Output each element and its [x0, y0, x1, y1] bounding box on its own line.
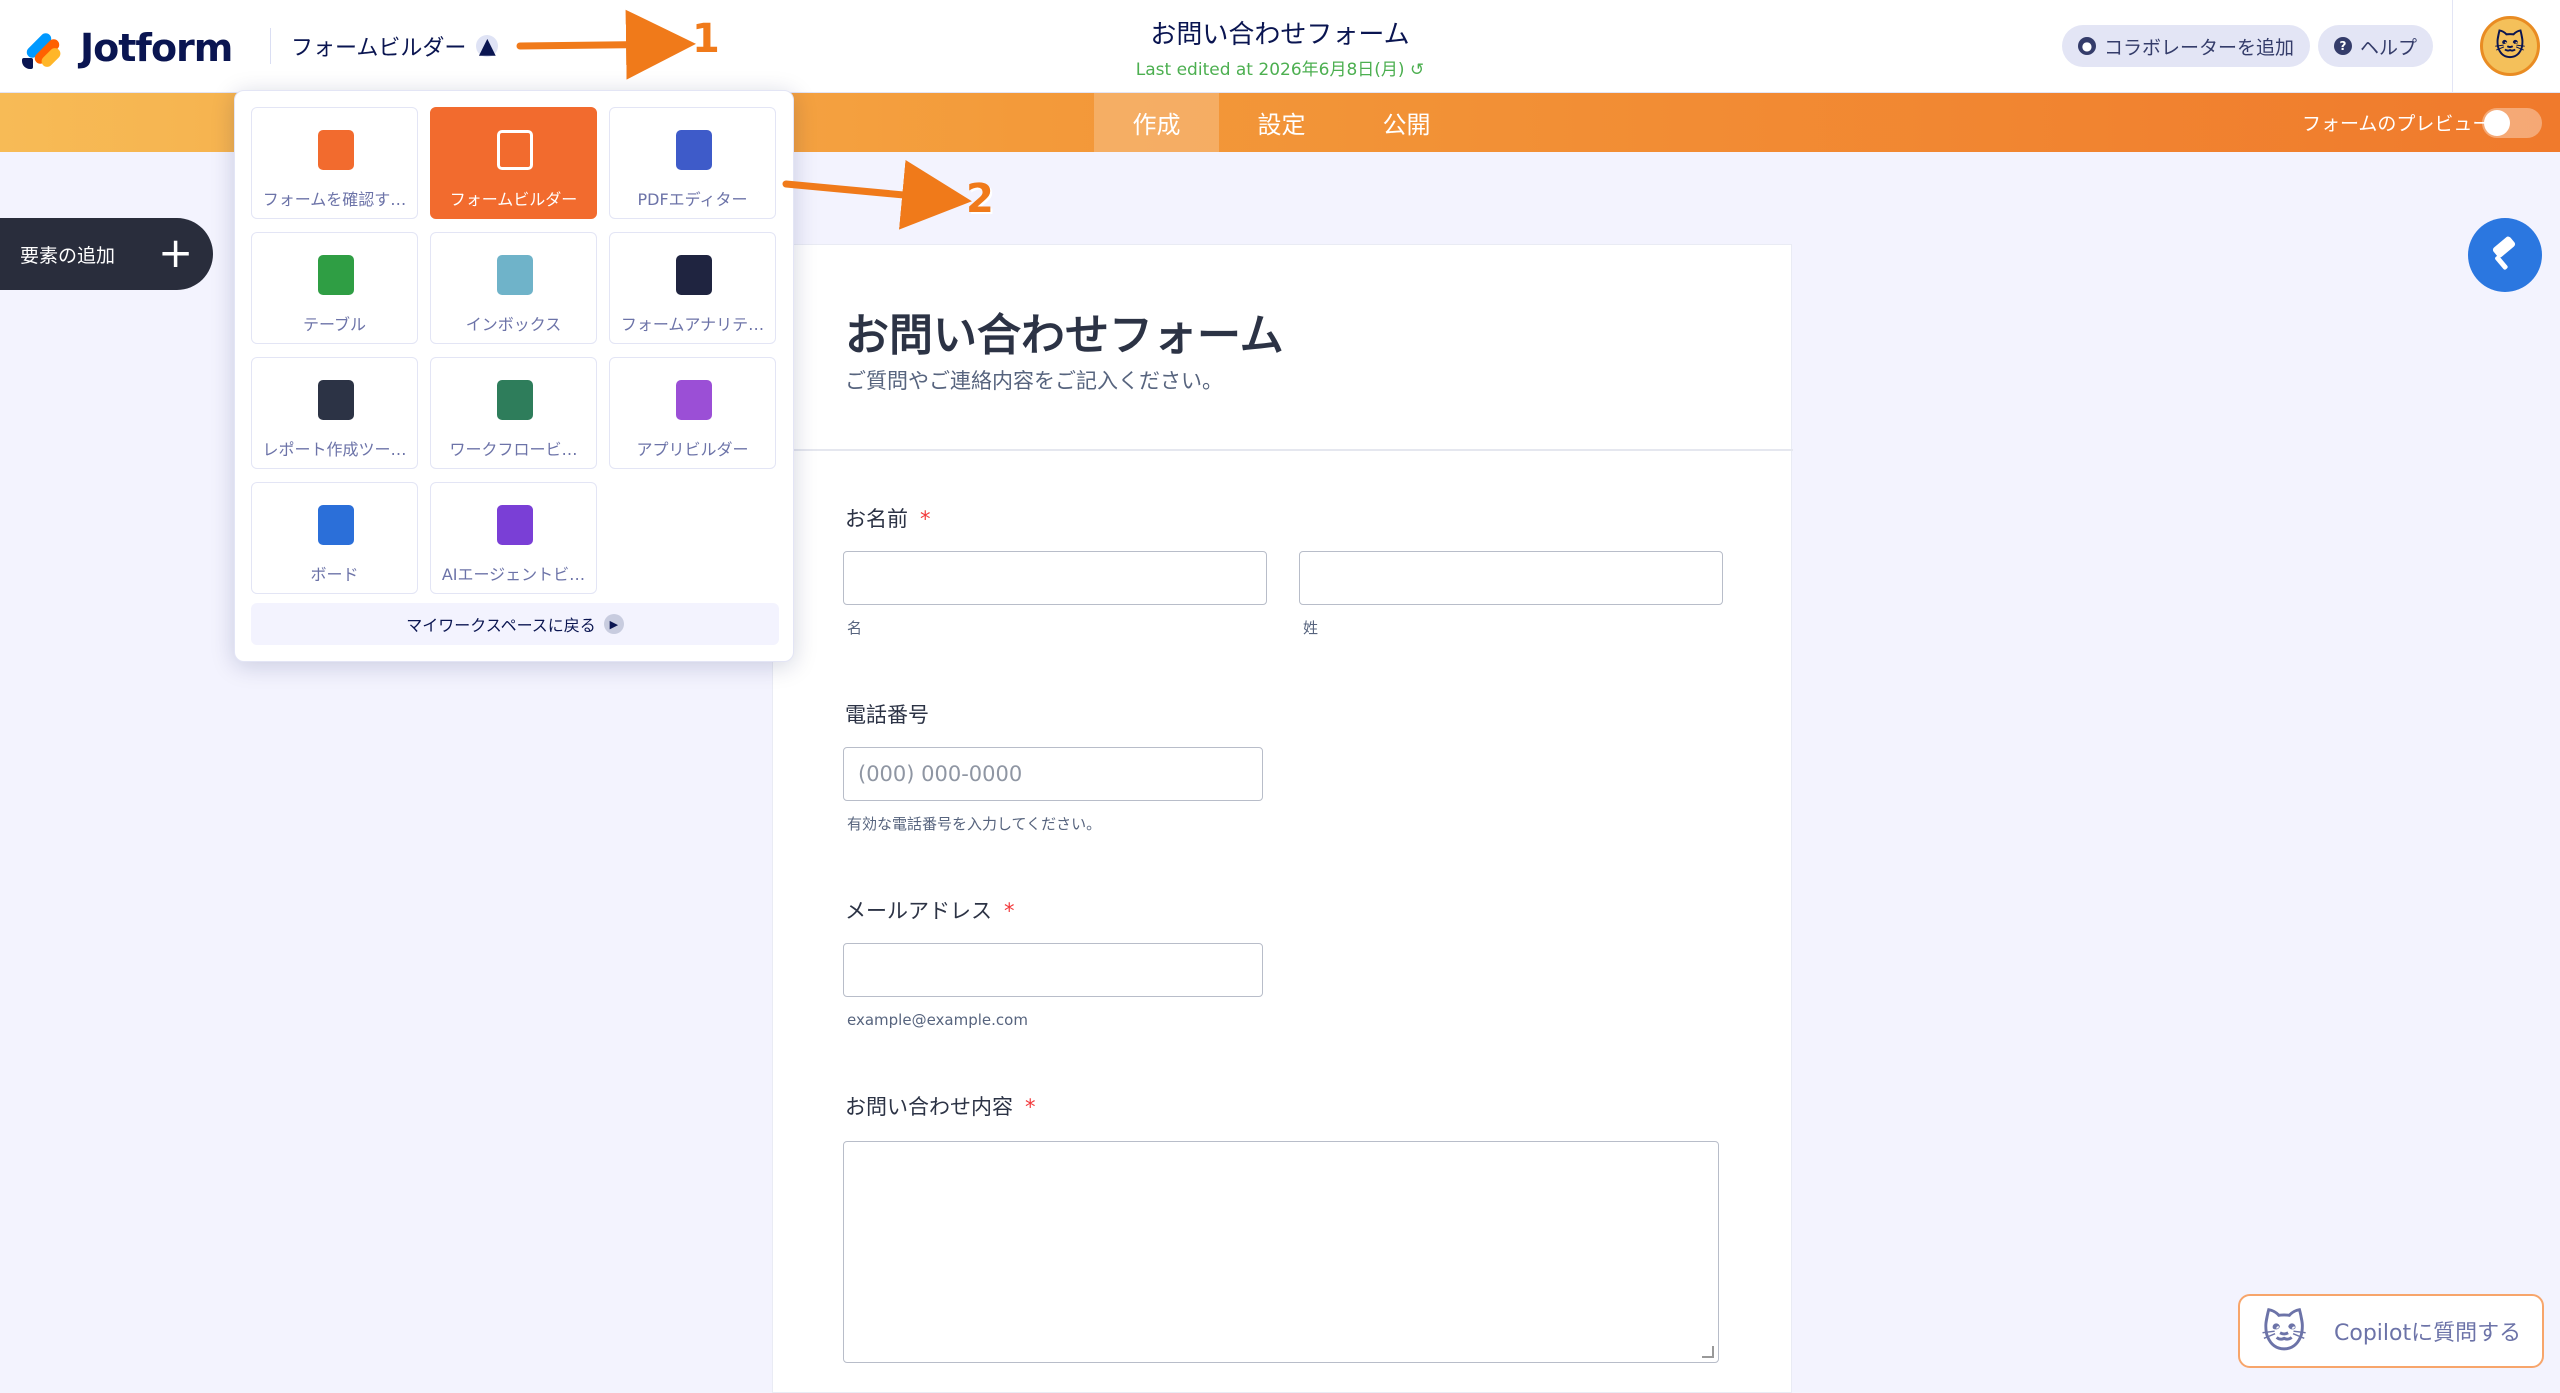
copilot-label: Copilotに質問する — [2334, 1321, 2522, 1346]
annotation-layer — [516, 9, 972, 230]
annotation-number-2: 2 — [966, 176, 994, 222]
annotation-arrow-2 — [782, 159, 972, 230]
annotation-number-1: 1 — [692, 16, 720, 62]
annotation-arrow-1 — [516, 9, 696, 80]
copilot-cat-icon: 🐱 — [2261, 1307, 2307, 1358]
copilot-button[interactable]: 🐱 Copilotに質問する — [2238, 1294, 2544, 1368]
